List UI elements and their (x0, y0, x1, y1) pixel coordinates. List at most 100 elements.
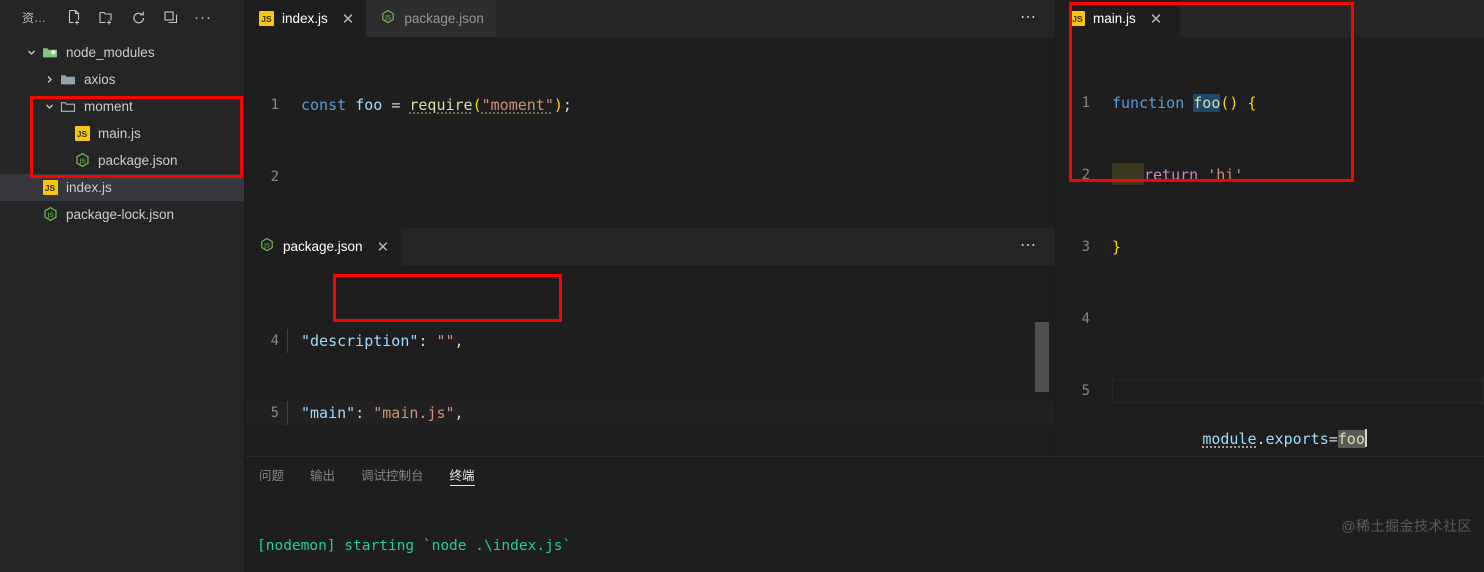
panel-tab-terminal[interactable]: 终端 (449, 457, 475, 492)
tab-label: index.js (282, 11, 328, 26)
editor-more-actions-icon[interactable]: ⋯ (1020, 238, 1037, 254)
new-file-icon[interactable] (66, 9, 84, 27)
line-number: 4 (270, 333, 279, 349)
editor-group-main-js: JS main.js ✕ 1 function foo() { 2 return… (1055, 0, 1484, 456)
collapse-all-icon[interactable] (162, 9, 180, 27)
chevron-right-icon[interactable] (40, 74, 58, 85)
line-text: } (1112, 238, 1122, 256)
js-file-icon: JS (72, 126, 92, 141)
nodejs-file-icon: JS (40, 206, 60, 223)
panel-tab-label: 终端 (449, 469, 475, 483)
tree-item-label: main.js (98, 126, 141, 141)
nodejs-file-icon: JS (259, 237, 275, 256)
code-line: 1 const foo = require("moment"); (245, 93, 1055, 117)
line-number: 1 (270, 97, 279, 113)
tab-package-json-active[interactable]: JS package.json ✕ (245, 228, 402, 265)
explorer-toolbar: 资... ··· (0, 0, 244, 35)
current-line-highlight (1112, 379, 1484, 403)
line-text: const foo = require("moment"); (301, 96, 572, 114)
code-content-main-js[interactable]: 1 function foo() { 2 return 'hi' 3 } 4 5… (1056, 37, 1484, 451)
line-text: module.exports=foo (1112, 379, 1484, 448)
svg-text:JS: JS (385, 14, 392, 21)
line-number: 2 (1081, 167, 1090, 183)
folder-open-icon (40, 45, 60, 61)
new-folder-icon[interactable] (98, 9, 116, 27)
explorer-sidebar: 资... ··· node_modules axios moment JS ma… (0, 0, 245, 572)
tree-item-label: axios (84, 72, 116, 87)
panel-tab-output[interactable]: 输出 (310, 457, 335, 492)
tab-close-icon[interactable]: ✕ (342, 10, 355, 28)
file-tree: node_modules axios moment JS main.js JS … (0, 35, 244, 228)
panel-tab-label: 输出 (310, 469, 336, 483)
explorer-title: 资... (22, 11, 47, 25)
tab-label: package.json (404, 11, 484, 26)
code-line: 2 (245, 165, 1055, 189)
tab-package-json[interactable]: JS package.json (366, 0, 496, 37)
tree-item-node_modules[interactable]: node_modules (0, 39, 244, 66)
tree-item-axios[interactable]: axios (0, 66, 244, 93)
tree-item-moment-package-json[interactable]: JS package.json (0, 147, 244, 174)
tree-item-label: index.js (66, 180, 112, 195)
svg-text:JS: JS (46, 211, 53, 219)
tab-label: package.json (283, 239, 363, 254)
folder-icon (58, 72, 78, 88)
editor-group-index-js: JS index.js ✕ JS package.json ⋯ 1 const … (245, 0, 1055, 333)
editor-tabbar-main-js: JS main.js ✕ (1056, 0, 1484, 37)
panel-tab-problems[interactable]: 问题 (259, 457, 284, 492)
tree-item-moment[interactable]: moment (0, 93, 244, 120)
line-number: 5 (270, 405, 279, 421)
svg-text:JS: JS (78, 157, 85, 165)
line-number: 1 (1081, 95, 1090, 111)
chevron-down-icon[interactable] (22, 47, 40, 58)
panel-tab-debug-console[interactable]: 调试控制台 (361, 457, 424, 492)
nodejs-file-icon: JS (72, 152, 92, 169)
tree-item-label: moment (84, 99, 133, 114)
editor-vertical-scrollbar[interactable] (1035, 322, 1049, 392)
more-actions-icon[interactable]: ··· (194, 10, 212, 25)
line-number: 5 (1081, 383, 1090, 399)
js-file-icon: JS (40, 180, 60, 195)
js-file-icon: JS (259, 11, 274, 26)
terminal-line: [nodemon] starting `node .\index.js` (257, 538, 572, 554)
tab-close-icon[interactable]: ✕ (377, 238, 390, 256)
refresh-icon[interactable] (130, 9, 148, 27)
editor-more-actions-icon[interactable]: ⋯ (1020, 10, 1037, 26)
tree-item-label: package-lock.json (66, 207, 175, 222)
editor-tabbar: JS index.js ✕ JS package.json ⋯ (245, 0, 1055, 37)
line-text (1112, 307, 1484, 331)
tab-label: main.js (1093, 11, 1136, 26)
watermark: @稀土掘金技术社区 (1341, 518, 1472, 534)
code-line-current: 5 module.exports=foo (1056, 379, 1484, 448)
tabbar-filler (1180, 0, 1484, 37)
tree-item-package-lock-json[interactable]: JS package-lock.json (0, 201, 244, 228)
panel-tabs: 问题 输出 调试控制台 终端 (245, 457, 1484, 492)
terminal-output[interactable]: [nodemon] starting `node .\index.js` hi … (245, 492, 1484, 572)
js-file-icon: JS (1070, 11, 1085, 26)
line-text: function foo() { (1112, 94, 1257, 112)
tab-close-icon[interactable]: ✕ (1150, 10, 1163, 28)
tree-item-label: node_modules (66, 45, 155, 60)
line-number: 2 (270, 169, 279, 185)
folder-open-icon (58, 99, 78, 115)
bottom-panel: 问题 输出 调试控制台 终端 [nodemon] starting `node … (245, 456, 1484, 572)
code-content-package-json[interactable]: 4 "description": "", 5 "main": "main.js"… (245, 265, 1055, 456)
chevron-down-icon[interactable] (40, 101, 58, 112)
text-cursor (1364, 429, 1367, 447)
tab-index-js[interactable]: JS index.js ✕ (245, 0, 367, 37)
tab-main-js[interactable]: JS main.js ✕ (1056, 0, 1181, 37)
line-number: 4 (1081, 311, 1090, 327)
tree-item-index-js[interactable]: JS index.js (0, 174, 244, 201)
vscode-window: 资... ··· node_modules axios moment JS ma… (0, 0, 1484, 572)
line-text (301, 165, 1055, 189)
tree-item-main-js[interactable]: JS main.js (0, 120, 244, 147)
line-text: "main": "main.js", (287, 401, 1055, 425)
code-line-current: 5 "main": "main.js", (245, 401, 1055, 425)
tabbar-filler: ⋯ (401, 228, 1055, 265)
code-line: 1 function foo() { (1056, 91, 1484, 115)
tabbar-filler: ⋯ (495, 0, 1055, 37)
editor-tabbar-json: JS package.json ✕ ⋯ (245, 228, 1055, 265)
nodejs-file-icon: JS (380, 9, 396, 28)
code-line: 4 (1056, 307, 1484, 331)
tree-item-label: package.json (98, 153, 178, 168)
panel-tab-label: 问题 (259, 469, 285, 483)
